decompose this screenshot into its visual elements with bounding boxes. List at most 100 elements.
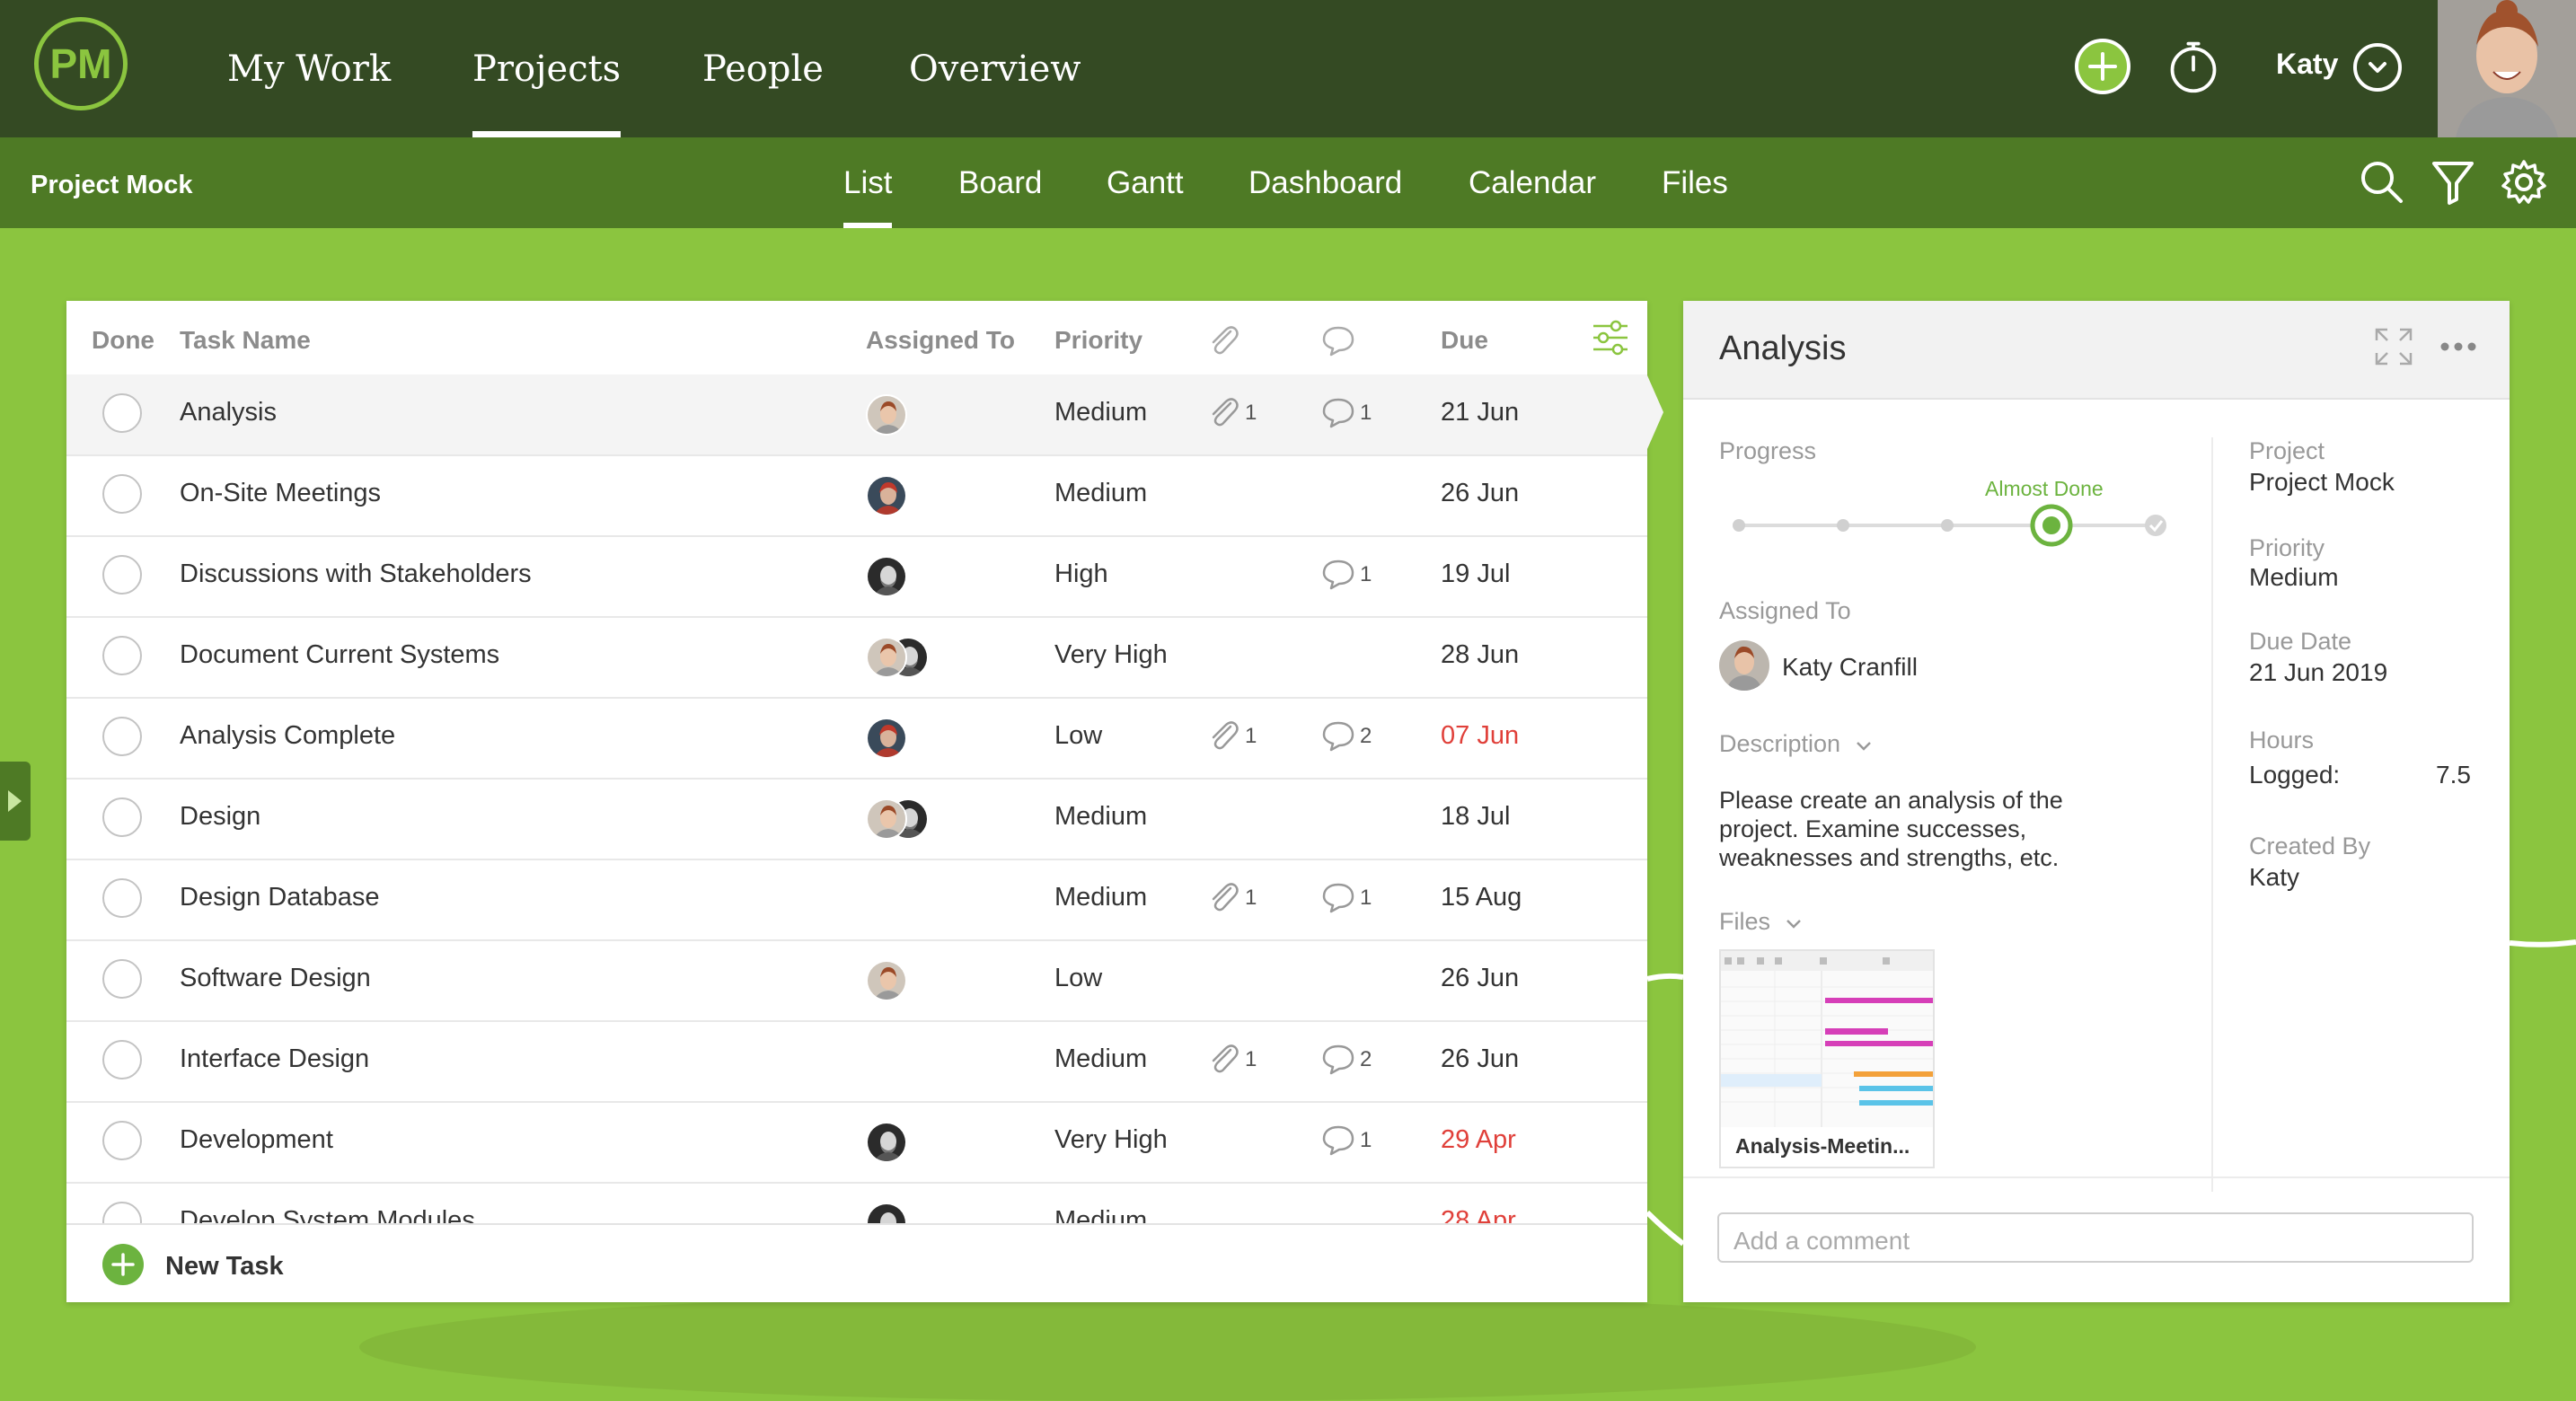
- task-name[interactable]: Development: [180, 1125, 333, 1155]
- header-task-name[interactable]: Task Name: [180, 326, 311, 355]
- task-row[interactable]: Software Design Low 26 Jun: [66, 940, 1647, 1022]
- new-task-button[interactable]: New Task: [66, 1223, 1647, 1302]
- assignee-avatar[interactable]: [866, 637, 907, 678]
- assignee-avatar[interactable]: [866, 1122, 907, 1163]
- header-comments[interactable]: [1320, 322, 1356, 365]
- task-row[interactable]: Develop System Modules Medium 28 Apr: [66, 1183, 1647, 1223]
- done-checkbox[interactable]: [102, 797, 142, 837]
- user-menu-button[interactable]: [2353, 43, 2402, 92]
- task-name[interactable]: On-Site Meetings: [180, 479, 381, 508]
- assignee-avatar[interactable]: [866, 798, 907, 840]
- task-row[interactable]: Development Very High 1 29 Apr: [66, 1102, 1647, 1184]
- done-checkbox[interactable]: [102, 1121, 142, 1160]
- timer-button[interactable]: [2166, 39, 2221, 94]
- task-priority[interactable]: Medium: [1054, 802, 1147, 832]
- tab-gantt[interactable]: Gantt: [1107, 137, 1184, 228]
- task-row[interactable]: Design Medium 18 Jul: [66, 779, 1647, 860]
- task-name[interactable]: Discussions with Stakeholders: [180, 560, 532, 589]
- done-checkbox[interactable]: [102, 1040, 142, 1079]
- task-priority[interactable]: Very High: [1054, 640, 1168, 670]
- settings-button[interactable]: [2500, 158, 2548, 207]
- task-priority[interactable]: High: [1054, 560, 1108, 589]
- comment-input[interactable]: Add a comment: [1717, 1212, 2474, 1263]
- task-due-date[interactable]: 26 Jun: [1441, 1044, 1519, 1074]
- comment-count[interactable]: 2: [1320, 1041, 1372, 1077]
- description-text[interactable]: Please create an analysis of the project…: [1719, 786, 2141, 872]
- assignee-avatar[interactable]: [866, 1203, 907, 1223]
- assignee-name[interactable]: Katy Cranfill: [1782, 653, 1918, 682]
- attachment-count[interactable]: 1: [1205, 394, 1257, 430]
- task-priority[interactable]: Very High: [1054, 1125, 1168, 1155]
- done-checkbox[interactable]: [102, 555, 142, 595]
- nav-projects[interactable]: Projects: [472, 0, 622, 137]
- task-due-date[interactable]: 18 Jul: [1441, 802, 1510, 832]
- task-row[interactable]: Design Database Medium 1 1 15 Aug: [66, 859, 1647, 941]
- done-checkbox[interactable]: [102, 1202, 142, 1223]
- task-name[interactable]: Analysis Complete: [180, 721, 395, 751]
- header-priority[interactable]: Priority: [1054, 326, 1142, 355]
- files-label[interactable]: Files: [1719, 908, 1804, 936]
- done-checkbox[interactable]: [102, 636, 142, 675]
- task-due-date[interactable]: 07 Jun: [1441, 721, 1519, 751]
- detail-title[interactable]: Analysis: [1719, 330, 1847, 368]
- search-button[interactable]: [2358, 158, 2406, 207]
- task-name[interactable]: Design Database: [180, 883, 379, 912]
- task-name[interactable]: Design: [180, 802, 260, 832]
- task-priority[interactable]: Low: [1054, 721, 1102, 751]
- attachment-count[interactable]: 1: [1205, 1041, 1257, 1077]
- assignee-avatar[interactable]: [866, 556, 907, 597]
- comment-count[interactable]: 2: [1320, 718, 1372, 753]
- done-checkbox[interactable]: [102, 717, 142, 756]
- assignee-avatar[interactable]: [866, 718, 907, 759]
- pm-logo[interactable]: PM: [34, 17, 128, 110]
- priority-value[interactable]: Medium: [2249, 563, 2339, 592]
- task-due-date[interactable]: 29 Apr: [1441, 1125, 1516, 1155]
- filter-button[interactable]: [2429, 158, 2477, 207]
- attachment-count[interactable]: 1: [1205, 718, 1257, 753]
- task-name[interactable]: Software Design: [180, 964, 371, 993]
- nav-my-work[interactable]: My Work: [227, 0, 391, 137]
- sidebar-toggle[interactable]: [0, 762, 31, 841]
- assignee-avatar[interactable]: [866, 394, 907, 436]
- task-name[interactable]: Develop System Modules: [180, 1206, 475, 1223]
- column-settings-button[interactable]: [1590, 317, 1631, 365]
- task-priority[interactable]: Medium: [1054, 1206, 1147, 1223]
- comment-count[interactable]: 1: [1320, 1122, 1372, 1158]
- assignee-avatar[interactable]: [866, 960, 907, 1001]
- add-button[interactable]: [2075, 39, 2130, 94]
- task-priority[interactable]: Medium: [1054, 398, 1147, 427]
- task-row[interactable]: Interface Design Medium 1 2 26 Jun: [66, 1021, 1647, 1103]
- task-row[interactable]: Analysis Medium 1 1 21 Jun: [66, 374, 1647, 456]
- task-due-date[interactable]: 19 Jul: [1441, 560, 1510, 589]
- header-due[interactable]: Due: [1441, 326, 1488, 355]
- file-thumbnail[interactable]: Analysis-Meetin...: [1719, 949, 1935, 1168]
- task-priority[interactable]: Medium: [1054, 883, 1147, 912]
- task-due-date[interactable]: 28 Jun: [1441, 640, 1519, 670]
- tab-list[interactable]: List: [843, 137, 893, 228]
- task-priority[interactable]: Medium: [1054, 1044, 1147, 1074]
- done-checkbox[interactable]: [102, 474, 142, 514]
- task-priority[interactable]: Medium: [1054, 479, 1147, 508]
- assignee-avatar[interactable]: [1719, 640, 1769, 691]
- due-date-value[interactable]: 21 Jun 2019: [2249, 658, 2387, 687]
- task-priority[interactable]: Low: [1054, 964, 1102, 993]
- project-value[interactable]: Project Mock: [2249, 468, 2395, 497]
- task-due-date[interactable]: 26 Jun: [1441, 479, 1519, 508]
- comment-count[interactable]: 1: [1320, 556, 1372, 592]
- task-row[interactable]: Analysis Complete Low 1 2 07 Jun: [66, 698, 1647, 780]
- expand-button[interactable]: [2371, 324, 2416, 374]
- task-due-date[interactable]: 15 Aug: [1441, 883, 1522, 912]
- user-avatar[interactable]: [2438, 0, 2576, 137]
- header-attachments[interactable]: [1205, 322, 1241, 365]
- task-name[interactable]: Interface Design: [180, 1044, 369, 1074]
- task-name[interactable]: Analysis: [180, 398, 277, 427]
- task-name[interactable]: Document Current Systems: [180, 640, 499, 670]
- task-row[interactable]: Document Current Systems Very High 28 Jun: [66, 617, 1647, 699]
- task-row[interactable]: On-Site Meetings Medium 26 Jun: [66, 455, 1647, 537]
- header-done[interactable]: Done: [92, 326, 154, 355]
- nav-overview[interactable]: Overview: [909, 0, 1081, 137]
- done-checkbox[interactable]: [102, 878, 142, 918]
- task-due-date[interactable]: 28 Apr: [1441, 1206, 1516, 1223]
- more-options-button[interactable]: [2436, 324, 2481, 374]
- user-name[interactable]: Katy: [2276, 48, 2338, 81]
